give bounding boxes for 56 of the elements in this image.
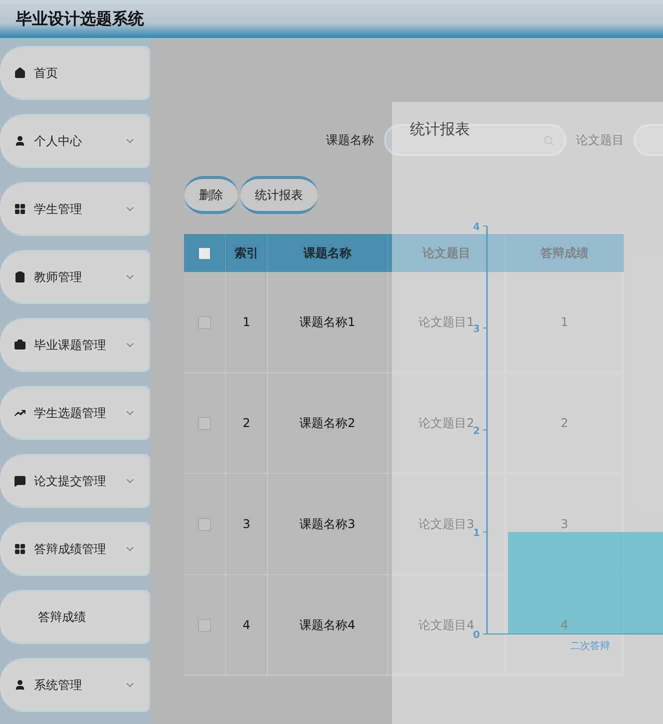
sidebar-item[interactable]: 教师管理 xyxy=(0,250,150,304)
sidebar-item[interactable]: 个人中心 xyxy=(0,114,150,168)
table-cell: 2 xyxy=(226,373,268,474)
app-title: 毕业设计选题系统 xyxy=(16,8,144,30)
sidebar-item[interactable]: 系统管理 xyxy=(0,658,150,712)
message-icon xyxy=(14,475,26,487)
table-cell-text: 论文题目3 xyxy=(418,516,474,530)
table-cell: 3 xyxy=(560,517,568,531)
column-header: 索引 xyxy=(226,234,268,272)
sidebar-item[interactable]: 学生选题管理 xyxy=(0,386,150,440)
category-label: 二次答辩 xyxy=(570,641,610,652)
tick-label: 4 xyxy=(473,222,480,233)
field-label: 论文题目 xyxy=(576,132,624,148)
column-header: 论文题目 xyxy=(388,234,506,272)
clipboard-icon xyxy=(14,271,26,283)
tick-label: 0 xyxy=(473,630,480,641)
sidebar-item[interactable]: 毕业课题管理 xyxy=(0,318,150,372)
sidebar-subitem[interactable]: 答辩成绩 xyxy=(0,590,150,644)
table-cell: 3 xyxy=(226,474,268,575)
tick-label: 3 xyxy=(473,324,480,335)
tick-label: 2 xyxy=(473,426,480,437)
grid-icon xyxy=(14,543,26,555)
briefcase-icon xyxy=(14,339,26,351)
tick-label: 1 xyxy=(473,528,480,539)
grid-icon xyxy=(14,203,26,215)
table-cell: 1 xyxy=(226,272,268,373)
select-all-checkbox[interactable] xyxy=(199,248,210,258)
column-header: 答辩成绩 xyxy=(506,234,624,272)
table-cell: 课题名称1 xyxy=(268,272,388,373)
chart-icon xyxy=(14,407,26,419)
dialog-title: 统计报表 xyxy=(410,120,470,139)
user-icon xyxy=(14,679,26,691)
action-button[interactable]: 统计报表 xyxy=(240,176,318,214)
table-cell-text: 论文题目4 xyxy=(418,616,474,632)
sidebar-item[interactable]: 答辩成绩管理 xyxy=(0,522,150,576)
field-label: 课题名称 xyxy=(326,132,374,148)
column-header: 课题名称 xyxy=(268,234,388,272)
table-cell-text: 论文题目2 xyxy=(418,414,474,430)
table-cell: 2 xyxy=(560,416,568,430)
action-button[interactable]: 删除 xyxy=(184,176,238,214)
sidebar-item[interactable]: 论文提交管理 xyxy=(0,454,150,508)
sidebar-item[interactable]: 首页 xyxy=(0,46,150,100)
row-checkbox[interactable] xyxy=(198,518,211,530)
table-cell: 课题名称2 xyxy=(268,373,388,474)
user-icon xyxy=(14,135,26,147)
sidebar-item[interactable]: 学生管理 xyxy=(0,182,150,236)
table-cell: 1 xyxy=(560,315,568,329)
table-cell-text: 论文题目1 xyxy=(418,314,474,328)
row-checkbox[interactable] xyxy=(198,416,211,430)
table-cell: 4 xyxy=(226,575,268,676)
row-checkbox[interactable] xyxy=(198,316,211,328)
table-cell: 课题名称3 xyxy=(268,474,388,575)
row-checkbox[interactable] xyxy=(198,618,211,632)
table-cell: 课题名称4 xyxy=(268,575,388,676)
table-cell: 4 xyxy=(560,618,568,632)
home-icon xyxy=(14,67,26,79)
